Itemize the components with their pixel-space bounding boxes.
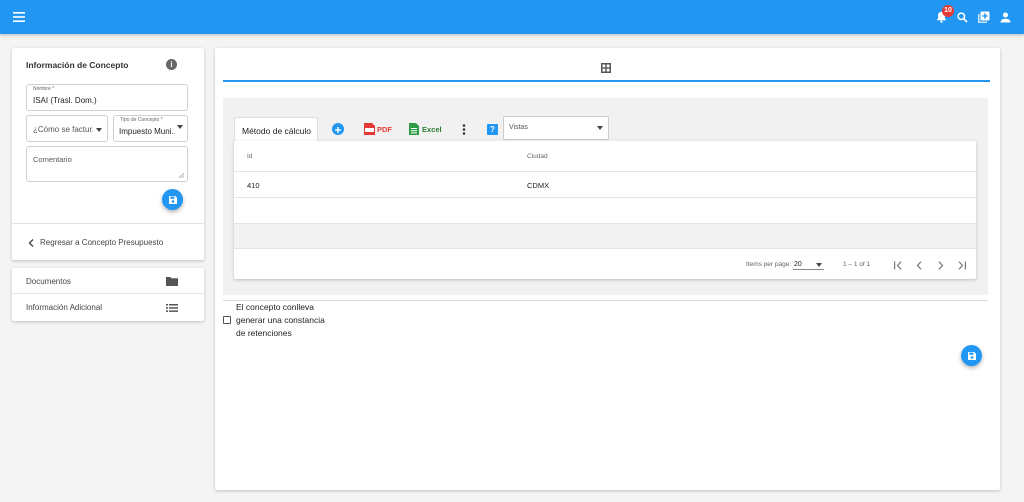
concept-info-title: Información de Concepto — [26, 60, 129, 70]
retention-label-line: de retenciones — [236, 328, 292, 338]
vistas-placeholder: Vistas — [509, 124, 528, 131]
next-page-button[interactable] — [935, 259, 947, 271]
retention-label-line: generar una constancia — [236, 315, 325, 325]
side-menu-item-info-adicional[interactable]: Información Adicional — [12, 294, 204, 321]
export-excel-label: Excel — [422, 125, 442, 134]
save-concept-button[interactable] — [162, 189, 183, 210]
notification-count-badge: 10 — [942, 5, 954, 17]
export-pdf-button[interactable]: PDF — [364, 123, 394, 135]
chevron-right-icon — [938, 260, 944, 270]
info-icon[interactable]: i — [166, 59, 177, 70]
first-page-button[interactable] — [892, 259, 904, 271]
export-excel-button[interactable]: Excel — [409, 123, 442, 135]
column-header-ciudad: Ciudad — [527, 153, 548, 160]
back-link[interactable]: Regresar a Concepto Presupuesto — [26, 236, 196, 250]
retention-checkbox[interactable] — [223, 316, 231, 324]
chevron-left-icon — [28, 239, 34, 247]
account-icon[interactable] — [997, 9, 1013, 25]
add-box-icon[interactable] — [976, 9, 992, 25]
side-menu-item-label: Información Adicional — [26, 303, 103, 312]
side-menu-item-documentos[interactable]: Documentos — [12, 268, 204, 294]
tipo-concepto-value: Impuesto Muni... — [119, 127, 175, 136]
page-range-label: 1 – 1 of 1 — [843, 261, 871, 268]
retention-checkbox-label[interactable]: El concepto conlleva generar una constan… — [236, 301, 346, 340]
tipo-concepto-label: Tipo de Concepto * — [120, 117, 163, 123]
export-pdf-label: PDF — [377, 125, 392, 134]
tab-metodo-calculo-label: Método de cálculo — [242, 126, 311, 136]
table-row-empty — [234, 224, 976, 249]
facturacion-select[interactable]: ¿Cómo se factur... — [26, 115, 108, 142]
save-icon — [967, 351, 976, 360]
divider — [12, 223, 204, 224]
add-circle-icon[interactable] — [332, 123, 344, 135]
back-link-label: Regresar a Concepto Presupuesto — [40, 238, 164, 247]
grid-view-icon[interactable] — [601, 63, 611, 73]
comentario-placeholder: Comentario — [33, 155, 72, 164]
column-header-id: Id — [247, 153, 253, 160]
last-page-button[interactable] — [956, 259, 968, 271]
chevron-down-icon — [96, 128, 102, 132]
table-header-row: Id Ciudad — [234, 141, 976, 172]
previous-page-button[interactable] — [913, 259, 925, 271]
tipo-concepto-select[interactable]: Tipo de Concepto * Impuesto Muni... — [113, 115, 188, 142]
save-icon — [168, 195, 177, 204]
chevron-left-icon — [916, 260, 922, 270]
facturacion-placeholder: ¿Cómo se factur... — [33, 125, 93, 134]
list-icon — [166, 304, 178, 312]
table-row[interactable]: 410 CDMX — [234, 172, 976, 198]
first-page-icon — [894, 260, 902, 270]
top-app-bar: 10 — [0, 0, 1024, 34]
page-size-select[interactable]: 20 — [793, 257, 824, 270]
items-per-page-label: Items per page: — [746, 261, 792, 268]
retention-label-line: El concepto conlleva — [236, 302, 314, 312]
tab-ink-bar — [223, 80, 990, 82]
nombre-label: Nombre * — [33, 86, 55, 92]
chevron-down-icon — [597, 126, 603, 130]
more-vert-icon[interactable] — [462, 124, 466, 135]
nombre-field[interactable]: Nombre * ISAI (Trasl. Dom.) — [26, 84, 188, 111]
last-page-icon — [958, 260, 966, 270]
folder-icon — [166, 277, 178, 286]
table-row-empty — [234, 198, 976, 224]
cell-ciudad: CDMX — [527, 181, 550, 190]
pdf-icon — [364, 123, 375, 135]
page-size-value: 20 — [794, 261, 802, 268]
vistas-select[interactable]: Vistas — [503, 116, 609, 140]
resize-handle-icon[interactable] — [179, 173, 184, 178]
nombre-value: ISAI (Trasl. Dom.) — [33, 96, 97, 105]
chevron-down-icon — [816, 263, 822, 267]
excel-icon — [409, 123, 419, 135]
help-icon[interactable]: ? — [487, 124, 498, 135]
cell-id: 410 — [247, 181, 260, 190]
save-main-button[interactable] — [961, 345, 982, 366]
search-icon[interactable] — [954, 9, 970, 25]
chevron-down-icon — [177, 125, 183, 129]
tab-metodo-calculo[interactable]: Método de cálculo — [234, 117, 318, 141]
side-menu-item-label: Documentos — [26, 277, 71, 286]
comentario-textarea[interactable]: Comentario — [26, 146, 188, 182]
menu-icon[interactable] — [11, 9, 27, 25]
